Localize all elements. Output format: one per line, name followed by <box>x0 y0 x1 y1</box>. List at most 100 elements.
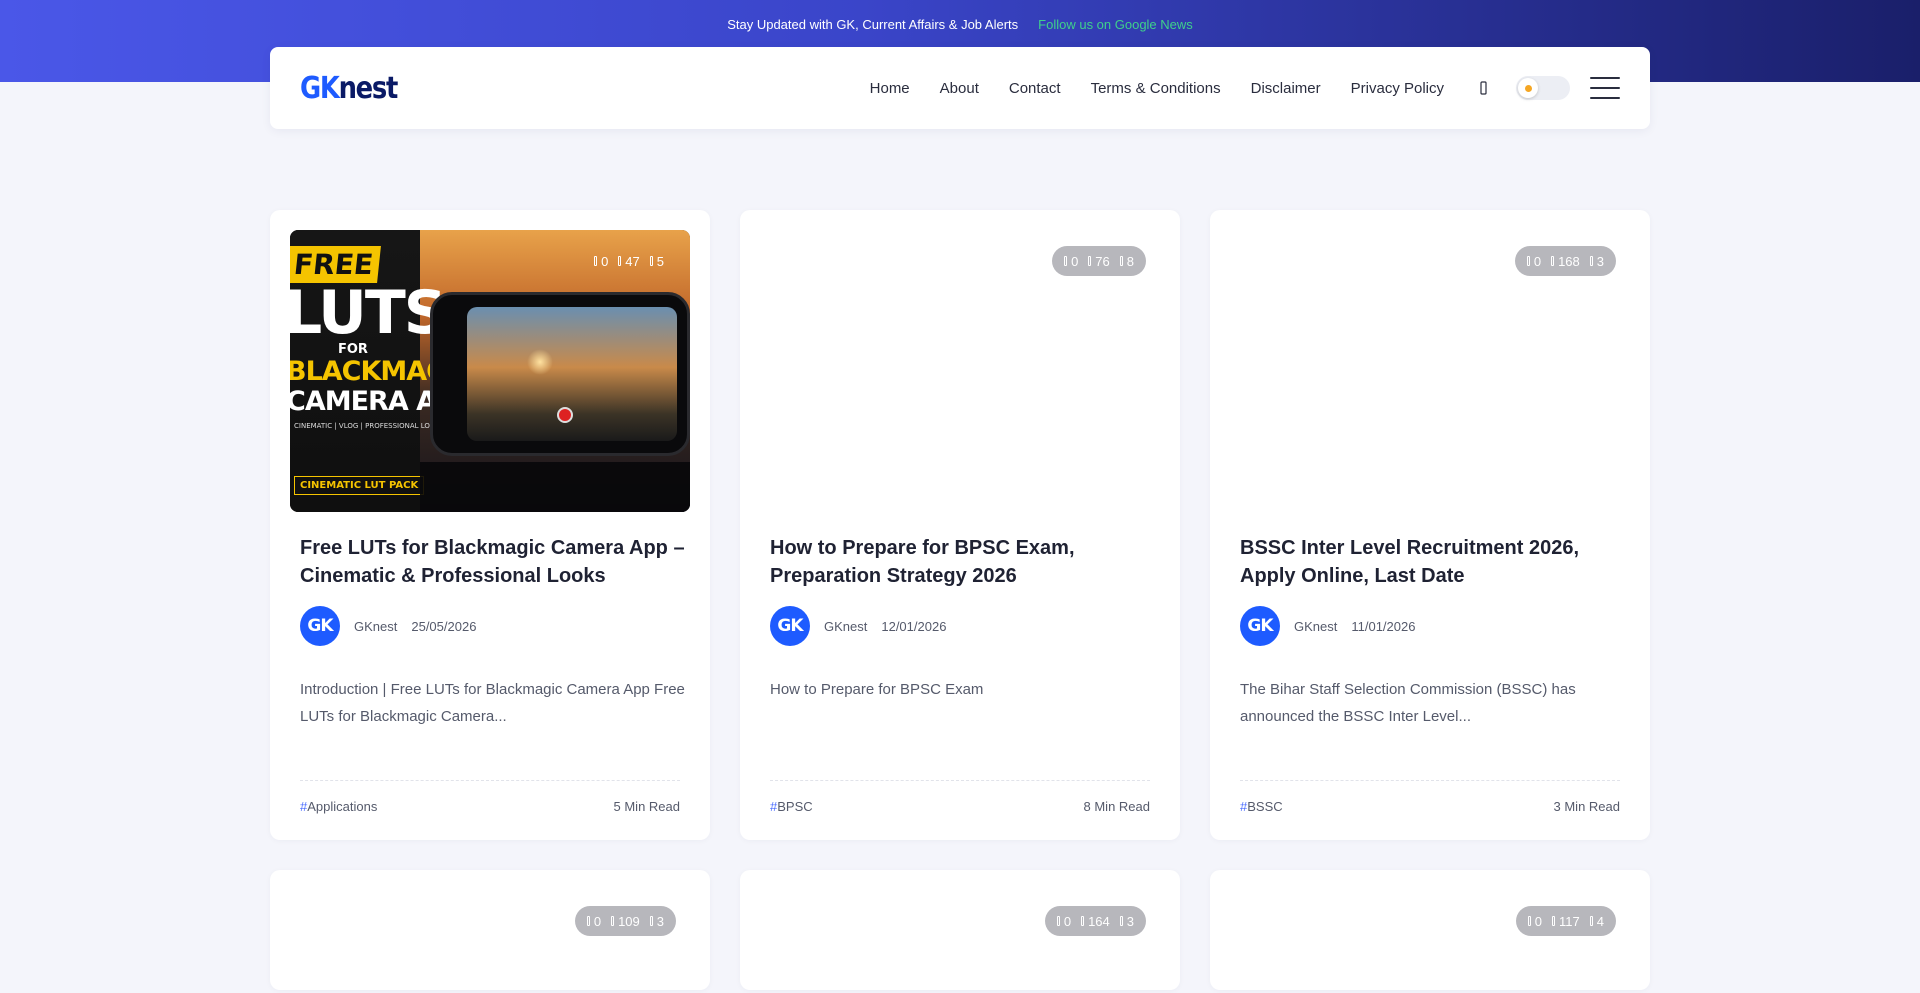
post-card[interactable]: FREE LUTS FOR BLACKMAGIC CAMERA APP CINE… <box>270 210 710 840</box>
thumb-text-for: FOR <box>338 342 368 357</box>
search-icon[interactable] <box>1474 78 1494 98</box>
views-stat: 168 <box>1551 254 1580 269</box>
post-title[interactable]: BSSC Inter Level Recruitment 2026, Apply… <box>1240 534 1625 590</box>
post-thumbnail[interactable]: 0 168 3 <box>1230 230 1630 512</box>
post-tag[interactable]: # BSSC <box>1240 799 1283 814</box>
theme-toggle[interactable] <box>1516 76 1570 100</box>
post-thumbnail[interactable]: 0 76 8 <box>760 230 1160 512</box>
comments-stat: 0 <box>586 914 601 929</box>
posts-grid: FREE LUTS FOR BLACKMAGIC CAMERA APP CINE… <box>270 210 1650 990</box>
comment-icon <box>1527 916 1531 926</box>
post-title[interactable]: How to Prepare for BPSC Exam, Preparatio… <box>770 534 1155 590</box>
post-footer: # Applications 5 Min Read <box>300 780 680 814</box>
sun-icon <box>1518 78 1538 98</box>
nav-privacy[interactable]: Privacy Policy <box>1351 80 1444 97</box>
post-footer: # BSSC 3 Min Read <box>1240 780 1620 814</box>
avatar: GK <box>1240 606 1280 646</box>
views-stat: 117 <box>1552 914 1580 929</box>
views-stat: 109 <box>611 914 640 929</box>
nav-terms[interactable]: Terms & Conditions <box>1091 80 1221 97</box>
post-stats: 0 76 8 <box>1052 246 1146 276</box>
post-author[interactable]: GKnest <box>354 619 397 634</box>
nav-about[interactable]: About <box>940 80 979 97</box>
eye-icon <box>618 256 622 266</box>
post-stats: 0 47 5 <box>582 246 676 276</box>
clock-icon <box>1589 256 1593 266</box>
post-title[interactable]: Free LUTs for Blackmagic Camera App – Ci… <box>300 534 685 590</box>
thumb-text-pack: CINEMATIC LUT PACK <box>294 476 425 495</box>
post-meta: GK GKnest 12/01/2026 <box>770 606 946 646</box>
post-author[interactable]: GKnest <box>824 619 867 634</box>
eye-icon <box>1088 256 1092 266</box>
post-author[interactable]: GKnest <box>1294 619 1337 634</box>
clock-icon <box>1119 256 1123 266</box>
time-stat: 5 <box>649 254 664 269</box>
post-excerpt: The Bihar Staff Selection Commission (BS… <box>1240 681 1576 725</box>
post-tag[interactable]: # Applications <box>300 799 377 814</box>
comments-stat: 0 <box>1064 254 1078 269</box>
time-stat: 3 <box>1119 914 1134 929</box>
announcement-bar: Stay Updated with GK, Current Affairs & … <box>0 0 1920 48</box>
eye-icon <box>1081 916 1085 926</box>
post-footer: # BPSC 8 Min Read <box>770 780 1150 814</box>
announcement-message: Stay Updated with GK, Current Affairs & … <box>727 16 1019 32</box>
comment-icon <box>1056 916 1060 926</box>
time-stat: 4 <box>1589 914 1604 929</box>
avatar: GK <box>300 606 340 646</box>
post-stats: 0 164 3 <box>1044 906 1146 936</box>
phone-illustration <box>430 292 690 456</box>
clock-icon <box>649 256 653 266</box>
post-excerpt: Introduction | Free LUTs for Blackmagic … <box>300 681 685 725</box>
post-stats: 0 117 4 <box>1515 906 1616 936</box>
site-header: GK nest Home About Contact Terms & Condit… <box>270 47 1650 129</box>
post-excerpt: How to Prepare for BPSC Exam <box>770 681 984 698</box>
views-stat: 76 <box>1088 254 1110 269</box>
eye-icon <box>611 916 615 926</box>
post-date: 25/05/2026 <box>411 618 477 634</box>
post-stats: 0 109 3 <box>574 906 676 936</box>
read-time: 3 Min Read <box>1553 799 1620 814</box>
post-date: 12/01/2026 <box>881 618 947 634</box>
eye-icon <box>1551 256 1555 266</box>
clock-icon <box>649 916 653 926</box>
post-card[interactable]: 0 168 3 BSSC Inter Level Recruitment 202… <box>1210 210 1650 840</box>
thumb-text-sub: CINEMATIC | VLOG | PROFESSIONAL LOOKS <box>294 422 445 430</box>
post-card[interactable]: 0 109 3 <box>270 870 710 990</box>
comments-stat: 0 <box>594 254 608 269</box>
post-card[interactable]: 0 164 3 <box>740 870 1180 990</box>
main-nav: Home About Contact Terms & Conditions Di… <box>870 78 1494 98</box>
menu-icon[interactable] <box>1590 77 1620 99</box>
time-stat: 8 <box>1119 254 1134 269</box>
clock-icon <box>1589 916 1593 926</box>
nav-disclaimer[interactable]: Disclaimer <box>1251 80 1321 97</box>
post-card[interactable]: 0 117 4 <box>1210 870 1650 990</box>
post-meta: GK GKnest 25/05/2026 <box>300 606 476 646</box>
eye-icon <box>1552 916 1556 926</box>
comment-icon <box>1526 256 1530 266</box>
time-stat: 3 <box>649 914 664 929</box>
post-date: 11/01/2026 <box>1351 618 1416 634</box>
post-card[interactable]: 0 76 8 How to Prepare for BPSC Exam, Pre… <box>740 210 1180 840</box>
google-news-link[interactable]: Follow us on Google News <box>1038 17 1193 32</box>
comment-icon <box>594 256 598 266</box>
post-tag[interactable]: # BPSC <box>770 799 813 814</box>
views-stat: 47 <box>618 254 640 269</box>
read-time: 5 Min Read <box>613 799 680 814</box>
thumb-text-luts: LUTS <box>290 278 447 348</box>
site-logo[interactable]: GK nest <box>300 70 399 106</box>
read-time: 8 Min Read <box>1083 799 1150 814</box>
avatar: GK <box>770 606 810 646</box>
post-thumbnail[interactable]: FREE LUTS FOR BLACKMAGIC CAMERA APP CINE… <box>290 230 690 512</box>
post-meta: GK GKnest 11/01/2026 <box>1240 606 1415 646</box>
logo-part-nest: nest <box>338 70 399 106</box>
clock-icon <box>1119 916 1123 926</box>
post-stats: 0 168 3 <box>1514 246 1616 276</box>
nav-contact[interactable]: Contact <box>1009 80 1061 97</box>
comments-stat: 0 <box>1526 254 1541 269</box>
nav-home[interactable]: Home <box>870 80 910 97</box>
comments-stat: 0 <box>1527 914 1542 929</box>
time-stat: 3 <box>1589 254 1604 269</box>
comments-stat: 0 <box>1056 914 1071 929</box>
views-stat: 164 <box>1081 914 1110 929</box>
comment-icon <box>1064 256 1068 266</box>
